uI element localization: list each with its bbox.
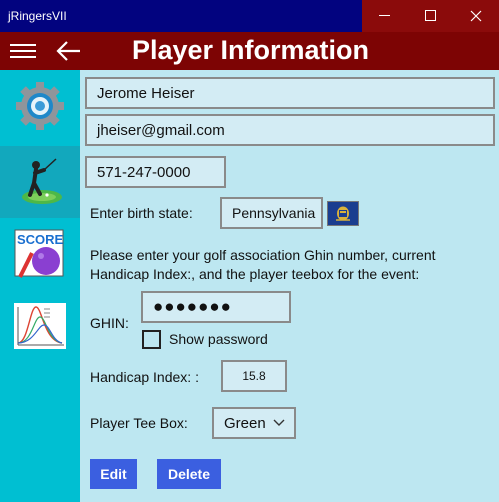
maximize-button[interactable] bbox=[408, 0, 454, 32]
instructions-text: Please enter your golf association Ghin … bbox=[90, 247, 436, 282]
teebox-label: Player Tee Box: bbox=[90, 415, 188, 431]
birth-state-field[interactable]: Pennsylvania bbox=[220, 197, 323, 229]
scorecard-icon: SCORE bbox=[14, 229, 64, 278]
ghin-password-field[interactable]: ●●●●●●● bbox=[141, 291, 291, 323]
edit-button[interactable]: Edit bbox=[90, 459, 137, 489]
sidebar: SCORE bbox=[0, 70, 80, 502]
golfer-icon bbox=[22, 158, 62, 204]
handicap-index-field[interactable]: 15.8 bbox=[221, 360, 287, 392]
birth-state-label: Enter birth state: bbox=[90, 205, 193, 221]
svg-text:SCORE: SCORE bbox=[17, 232, 64, 247]
pennsylvania-flag-icon bbox=[327, 201, 359, 226]
phone-field[interactable]: 571-247-0000 bbox=[85, 156, 226, 188]
delete-button[interactable]: Delete bbox=[157, 459, 221, 489]
page-title: Player Information bbox=[131, 35, 370, 65]
sidebar-item-scorecard[interactable]: SCORE bbox=[0, 218, 80, 290]
statistics-chart-icon bbox=[14, 303, 66, 349]
teebox-select[interactable]: Green bbox=[212, 407, 296, 439]
settings-gear-icon bbox=[16, 82, 64, 130]
handicap-label: Handicap Index: : bbox=[90, 369, 199, 385]
app-header: Player Information bbox=[0, 32, 499, 70]
ghin-label: GHIN: bbox=[90, 315, 129, 331]
teebox-selected-value: Green bbox=[224, 414, 266, 432]
chevron-down-icon bbox=[273, 419, 285, 426]
name-field[interactable]: Jerome Heiser bbox=[85, 77, 495, 109]
show-password-checkbox[interactable] bbox=[142, 330, 161, 349]
sidebar-item-players[interactable] bbox=[0, 146, 80, 218]
window-title: jRingersVII bbox=[8, 9, 67, 23]
minimize-icon bbox=[379, 15, 390, 16]
close-button[interactable] bbox=[453, 0, 499, 32]
close-icon bbox=[470, 10, 482, 22]
minimize-button[interactable] bbox=[362, 0, 408, 32]
window-titlebar: jRingersVII bbox=[0, 0, 499, 32]
show-password-label: Show password bbox=[169, 331, 268, 347]
sidebar-item-settings[interactable] bbox=[0, 70, 80, 142]
window-controls bbox=[362, 0, 499, 32]
maximize-icon bbox=[425, 10, 436, 21]
sidebar-item-statistics[interactable] bbox=[0, 290, 80, 362]
email-field[interactable]: jheiser@gmail.com bbox=[85, 114, 495, 146]
